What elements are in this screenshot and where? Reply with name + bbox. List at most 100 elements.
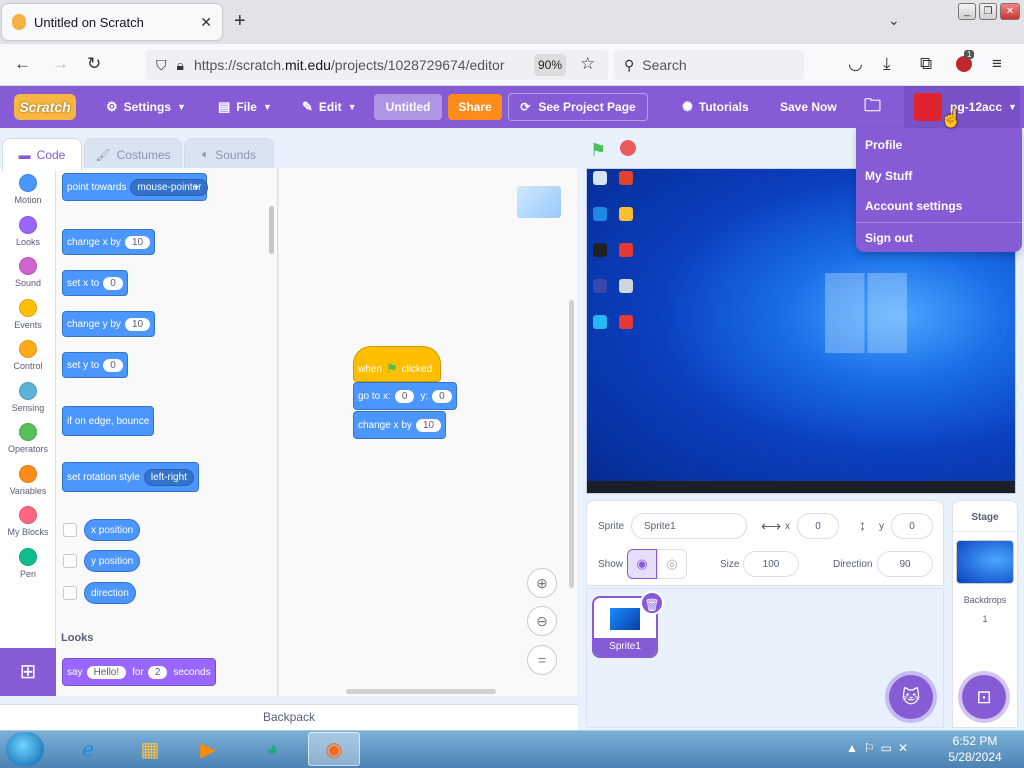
hamburger-menu-icon[interactable]: ≡ bbox=[992, 54, 1002, 74]
url-text[interactable]: https://scratch.mit.edu/projects/1028729… bbox=[194, 57, 505, 73]
block-input[interactable]: 10 bbox=[124, 317, 151, 331]
category-operators[interactable]: Operators bbox=[0, 423, 56, 454]
category-events[interactable]: Events bbox=[0, 298, 56, 330]
browser-tab[interactable]: Untitled on Scratch ✕ bbox=[2, 4, 222, 40]
if-on-edge-bounce-block[interactable]: if on edge, bounce bbox=[62, 406, 155, 436]
x-input[interactable]: 0 bbox=[797, 513, 839, 539]
block-input[interactable]: 10 bbox=[124, 235, 151, 249]
workspace-horizontal-scrollbar[interactable] bbox=[346, 689, 496, 694]
maximize-window-button[interactable]: ❐ bbox=[979, 3, 997, 20]
bookmark-star-icon[interactable]: ☆ bbox=[580, 54, 595, 74]
y-position-checkbox[interactable] bbox=[63, 554, 77, 568]
category-looks[interactable]: Looks bbox=[0, 215, 56, 247]
internet-explorer-icon[interactable]: ℯ bbox=[62, 732, 114, 766]
direction-checkbox[interactable] bbox=[63, 586, 77, 600]
minimize-window-button[interactable]: _ bbox=[958, 3, 976, 20]
menu-item-account-settings[interactable]: Account settings bbox=[865, 199, 962, 213]
edit-menu[interactable]: ✎ Edit ▼ bbox=[302, 86, 357, 128]
category-control[interactable]: Control bbox=[0, 340, 56, 371]
tab-code[interactable]: ▬ Code bbox=[2, 138, 82, 171]
media-player-icon[interactable]: ▶ bbox=[182, 732, 234, 766]
shield-icon[interactable]: ⛉ bbox=[156, 57, 167, 74]
x-position-reporter[interactable]: x position bbox=[84, 519, 141, 541]
x-position-checkbox[interactable] bbox=[63, 523, 77, 537]
choose-backdrop-icon[interactable]: ⊡ bbox=[962, 675, 1006, 719]
pocket-icon[interactable]: ◡ bbox=[848, 54, 863, 74]
block-input[interactable]: Hello! bbox=[86, 665, 127, 679]
zoom-in-icon[interactable]: ⊕ bbox=[527, 568, 557, 598]
set-y-block[interactable]: set y to 0 bbox=[62, 352, 128, 378]
zoom-level-badge[interactable]: 90% bbox=[534, 54, 566, 76]
scratch-logo[interactable]: Scratch bbox=[14, 94, 76, 120]
set-rotation-style-block[interactable]: set rotation style left-right bbox=[62, 462, 199, 492]
category-sensing[interactable]: Sensing bbox=[0, 381, 56, 413]
workspace-vertical-scrollbar[interactable] bbox=[569, 300, 574, 588]
settings-menu[interactable]: ⚙ Settings ▼ bbox=[106, 86, 186, 128]
menu-item-my-stuff[interactable]: My Stuff bbox=[865, 169, 912, 183]
reload-icon[interactable]: ↻ bbox=[87, 54, 101, 74]
block-input[interactable]: 0 bbox=[432, 389, 452, 403]
delete-sprite-trash-icon[interactable]: 🗑︎ bbox=[640, 591, 664, 615]
stop-icon[interactable] bbox=[620, 140, 636, 156]
change-y-block[interactable]: change y by 10 bbox=[62, 311, 156, 337]
category-variables[interactable]: Variables bbox=[0, 464, 56, 496]
my-stuff-folder-icon[interactable]: 🗀︎ bbox=[864, 86, 881, 128]
block-input[interactable]: 0 bbox=[103, 276, 123, 290]
save-now-button[interactable]: Save Now bbox=[780, 86, 837, 128]
green-flag-icon[interactable]: ⚑ bbox=[590, 140, 606, 161]
search-input[interactable]: ⚲ Search bbox=[614, 50, 804, 80]
backpack-bar[interactable]: Backpack bbox=[0, 704, 578, 730]
see-project-page-button[interactable]: ⟳ See Project Page bbox=[508, 93, 648, 121]
forward-arrow-icon[interactable]: → bbox=[52, 54, 69, 74]
back-arrow-icon[interactable]: ← bbox=[14, 54, 31, 74]
block-input[interactable]: 0 bbox=[103, 358, 123, 372]
when-flag-clicked-block[interactable]: when ⚑ clicked bbox=[353, 346, 441, 382]
choose-sprite-cat-icon[interactable]: 🐱︎ bbox=[889, 675, 933, 719]
script-workspace[interactable]: when ⚑ clicked go to x: 0 y: 0 change x … bbox=[279, 168, 577, 696]
category-sound[interactable]: Sound bbox=[0, 257, 56, 288]
change-x-script-block[interactable]: change x by 10 bbox=[353, 411, 447, 439]
change-x-block[interactable]: change x by 10 bbox=[62, 229, 156, 255]
extensions-icon[interactable]: ⧉ bbox=[920, 54, 932, 74]
go-to-xy-block[interactable]: go to x: 0 y: 0 bbox=[353, 382, 457, 410]
add-extension-button[interactable]: ⊞ bbox=[0, 648, 56, 696]
sprite-name-input[interactable]: Sprite1 bbox=[631, 513, 747, 539]
app-icon[interactable]: ◕ bbox=[246, 732, 298, 766]
show-sprite-eye-icon[interactable]: ◉ bbox=[627, 549, 657, 579]
block-input[interactable]: 0 bbox=[394, 389, 415, 403]
tutorials-button[interactable]: ✺ Tutorials bbox=[682, 86, 749, 128]
list-tabs-chevron-icon[interactable]: ⌄ bbox=[888, 12, 900, 29]
menu-item-sign-out[interactable]: Sign out bbox=[865, 231, 913, 245]
block-dropdown[interactable]: left-right bbox=[143, 468, 194, 486]
zoom-out-icon[interactable]: ⊖ bbox=[527, 606, 557, 636]
point-towards-block[interactable]: point towards mouse-pointer ▾ bbox=[62, 173, 209, 201]
project-title-input[interactable]: Untitled bbox=[374, 94, 442, 120]
direction-reporter[interactable]: direction bbox=[84, 582, 136, 604]
new-tab-icon[interactable]: + bbox=[234, 10, 246, 33]
menu-item-profile[interactable]: Profile bbox=[865, 138, 902, 152]
downloads-icon[interactable]: ⤓ bbox=[883, 54, 891, 74]
start-button-windows-icon[interactable] bbox=[6, 732, 44, 766]
zoom-reset-icon[interactable]: = bbox=[527, 645, 557, 675]
category-motion[interactable]: Motion bbox=[0, 174, 56, 205]
taskbar-clock[interactable]: 6:52 PM 5/28/2024 bbox=[935, 733, 1015, 765]
close-window-button[interactable]: ✕ bbox=[1000, 3, 1020, 20]
direction-input[interactable]: 90 bbox=[877, 551, 933, 577]
tab-costumes[interactable]: 🖌︎ Costumes bbox=[84, 138, 182, 170]
say-for-seconds-block[interactable]: say Hello! for 2 seconds bbox=[62, 658, 216, 686]
category-pen[interactable]: Pen bbox=[0, 547, 56, 579]
block-input[interactable]: 10 bbox=[415, 418, 442, 432]
file-menu[interactable]: ▤ File ▼ bbox=[218, 86, 272, 128]
tab-sounds[interactable]: 🔈︎ Sounds bbox=[184, 138, 274, 170]
category-my-blocks[interactable]: My Blocks bbox=[0, 506, 56, 537]
share-button[interactable]: Share bbox=[448, 94, 502, 120]
system-tray-icons[interactable]: ▲⚐▭✕ bbox=[846, 741, 914, 755]
stage-thumbnail[interactable] bbox=[956, 540, 1014, 584]
lock-icon[interactable]: 🔒︎ bbox=[177, 57, 184, 74]
palette-scrollbar[interactable] bbox=[269, 206, 274, 254]
y-input[interactable]: 0 bbox=[891, 513, 933, 539]
file-explorer-icon[interactable]: ▦ bbox=[124, 732, 176, 766]
block-input[interactable]: 2 bbox=[147, 665, 168, 679]
set-x-block[interactable]: set x to 0 bbox=[62, 270, 128, 296]
firefox-icon[interactable]: ◉ bbox=[308, 732, 360, 766]
